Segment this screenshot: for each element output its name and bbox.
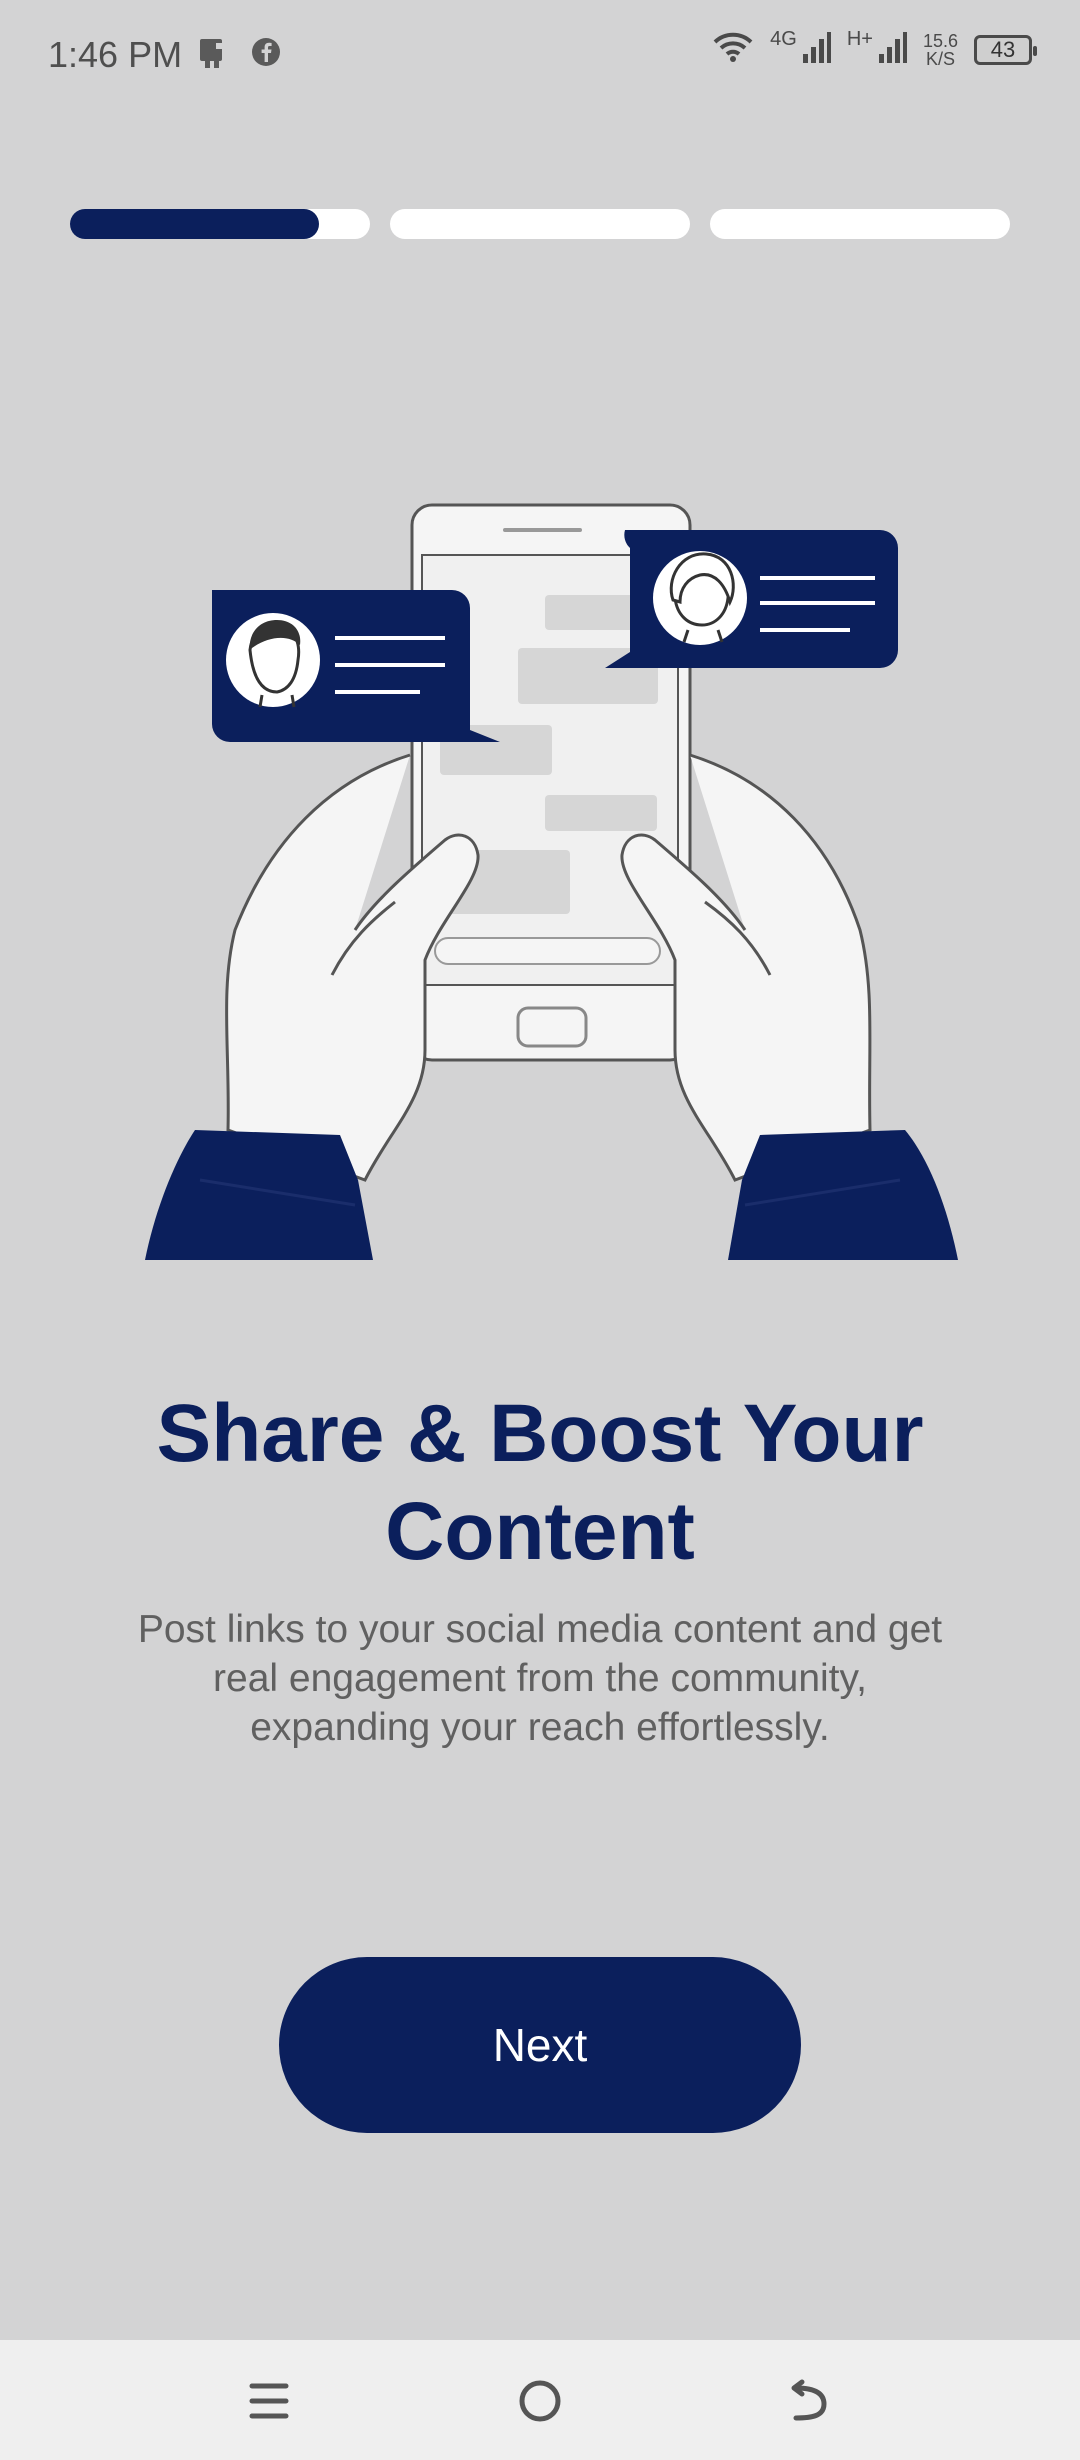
network-type-1: 4G xyxy=(770,28,797,50)
signal-group-1: 4G xyxy=(770,28,831,69)
signal-group-2: H+ xyxy=(846,28,907,69)
facebook-icon xyxy=(250,36,282,75)
speed-value: 15.6 xyxy=(922,30,958,51)
battery-icon: 43 xyxy=(974,34,1037,65)
signal-icon xyxy=(801,30,831,69)
system-nav-bar xyxy=(0,2340,1080,2460)
progress-step-1-fill xyxy=(70,209,319,239)
speed-unit: K/S xyxy=(925,48,955,69)
progress-step-1 xyxy=(70,209,370,239)
status-left-icons xyxy=(196,36,282,75)
status-bar: 1:46 PM 4G H+ 15.6 K/S 43 xyxy=(0,0,1080,110)
status-right-icons: 4G H+ 15.6 K/S 43 xyxy=(712,28,1037,69)
battery-level: 43 xyxy=(990,36,1016,62)
network-type-2: H+ xyxy=(846,28,873,50)
onboarding-progress xyxy=(70,209,1010,239)
signal-icon xyxy=(877,30,907,69)
home-circle-icon[interactable] xyxy=(517,2378,563,2429)
back-icon[interactable] xyxy=(786,2378,832,2429)
sim-card-icon xyxy=(196,36,228,75)
menu-icon[interactable] xyxy=(246,2378,292,2429)
onboarding-description: Post links to your social media content … xyxy=(137,1608,943,1749)
network-speed: 15.6 K/S xyxy=(923,32,958,68)
progress-step-2 xyxy=(390,209,690,239)
onboarding-illustration xyxy=(140,490,960,1270)
next-button[interactable]: Next xyxy=(279,1957,801,2133)
progress-step-3 xyxy=(710,209,1010,239)
wifi-icon xyxy=(712,30,754,69)
status-time: 1:46 PM xyxy=(48,34,183,75)
onboarding-title: Share & Boost Your Content xyxy=(156,1388,924,1577)
